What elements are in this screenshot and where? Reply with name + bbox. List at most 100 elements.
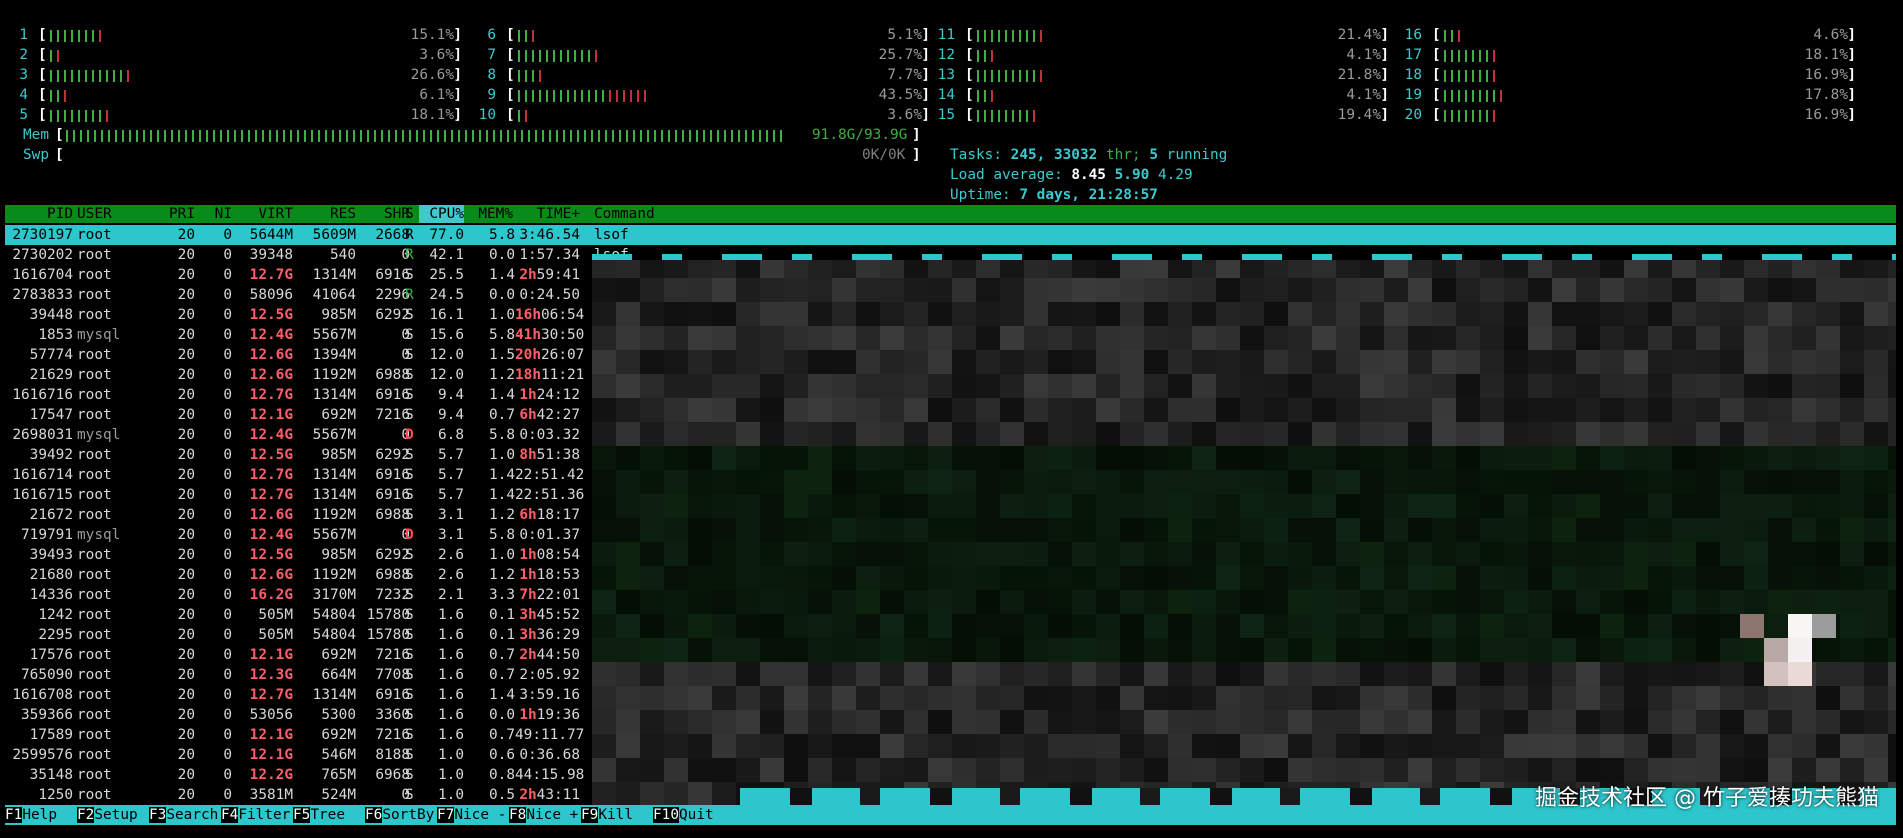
mosaic-cell [1456,422,1480,446]
cpu-meter-15: 15[19.4%] [937,105,1389,125]
fkey-setup-button[interactable]: F2Setup [77,805,138,825]
mosaic-cell [1696,566,1720,590]
mosaic-cell [808,734,832,758]
fkey-sortby-button[interactable]: F6SortBy [365,805,434,825]
fkey-quit-button[interactable]: F10Quit [653,805,714,825]
mosaic-cell [1696,590,1720,614]
state-cell: R [405,227,414,243]
mosaic-cell [952,494,976,518]
user-cell: root [77,287,112,303]
col-command[interactable]: Command [594,205,655,223]
col-cpu[interactable]: CPU% [419,205,464,223]
fkey-filter-button[interactable]: F4Filter [221,805,290,825]
mosaic-cell [832,350,856,374]
res-cell: 692M [321,407,356,423]
mosaic-cell [1432,734,1456,758]
fkey-nice-button[interactable]: F7Nice - [437,805,506,825]
shr-cell: 7216 [375,647,410,663]
pri-cell: 20 [177,387,195,403]
col-time[interactable]: TIME+ [515,205,580,223]
mosaic-cell [760,374,784,398]
mosaic-cell [1240,734,1264,758]
mosaic-cell [1168,446,1192,470]
mosaic-cell [1480,326,1504,350]
mosaic-cell [1288,326,1312,350]
mosaic-cell [1264,710,1288,734]
mosaic-cell [1360,326,1384,350]
mosaic-cell [808,350,832,374]
fkey-nice-button[interactable]: F8Nice + [509,805,578,825]
mosaic-cell [1768,518,1792,542]
time-cell: 49:11.77 [515,727,585,743]
mosaic-cell [616,422,640,446]
mosaic-cell [640,326,664,350]
col-virt[interactable]: VIRT [237,205,293,223]
cpu-id: 14 [937,87,955,103]
mosaic-cell [904,614,928,638]
pid-cell: 39493 [29,547,73,563]
virt-cell: 58096 [249,287,293,303]
col-pri[interactable]: PRI [155,205,195,223]
mosaic-cell [1312,446,1336,470]
mosaic-cell [1504,302,1528,326]
mosaic-cell [640,518,664,542]
mosaic-cell [832,710,856,734]
mosaic-cell [1216,662,1240,686]
mosaic-cell [976,374,1000,398]
mosaic-cell [1432,278,1456,302]
mosaic-cell [1024,374,1048,398]
mosaic-cell [1480,278,1504,302]
fkey-kill-button[interactable]: F9Kill [581,805,633,825]
mosaic-cell [1528,518,1552,542]
mosaic-cell [904,470,928,494]
mosaic-cell [1240,470,1264,494]
shr-cell: 6916 [375,467,410,483]
col-mem[interactable]: MEM% [466,205,513,223]
mosaic-cell [1408,662,1432,686]
mosaic-cell [760,302,784,326]
mosaic-cell [1768,542,1792,566]
mosaic-cell [1504,758,1528,782]
mosaic-cell [976,422,1000,446]
mosaic-cell [1288,590,1312,614]
state-cell: S [405,767,414,783]
col-pid[interactable]: PID [5,205,73,223]
mosaic-cell [1312,566,1336,590]
mosaic-cell [904,638,928,662]
mosaic-cell [976,710,1000,734]
fkey-help-button[interactable]: F1Help [5,805,57,825]
fkey-search-button[interactable]: F3Search [149,805,218,825]
mosaic-cell [1096,278,1120,302]
col-shr[interactable]: SHR [357,205,410,223]
ni-cell: 0 [223,687,232,703]
ni-cell: 0 [223,547,232,563]
cpu-meter-13: 13[21.8%] [937,65,1389,85]
mosaic-cell [904,710,928,734]
state-cell: S [405,547,414,563]
mosaic-cell [976,446,1000,470]
shr-cell: 2668 [375,227,410,243]
pri-cell: 20 [177,267,195,283]
mosaic-cell [688,782,712,806]
shr-cell: 6916 [375,267,410,283]
col-ni[interactable]: NI [197,205,232,223]
table-row[interactable]: 2730197 root 20 0 5644M 5609M 2668 R 77.0 5.8 3:46… [5,225,1896,245]
cpu-cell: 12.0 [429,347,464,363]
pri-cell: 20 [177,667,195,683]
col-user[interactable]: USER [77,205,112,223]
mosaic-cell [1360,374,1384,398]
mosaic-cell [1408,446,1432,470]
mosaic-cell [1600,302,1624,326]
mosaic-cell [1792,350,1816,374]
res-cell: 1394M [312,347,356,363]
mosaic-cell [928,374,952,398]
col-s[interactable]: S [405,205,414,223]
fkey-tree-button[interactable]: F5Tree [293,805,345,825]
mosaic-cell [1888,470,1896,494]
col-res[interactable]: RES [300,205,356,223]
mosaic-cell [1600,734,1624,758]
mosaic-cell [928,638,952,662]
fkey-label: SortBy [382,807,435,823]
mosaic-cell [1528,734,1552,758]
mosaic-cell [1600,758,1624,782]
